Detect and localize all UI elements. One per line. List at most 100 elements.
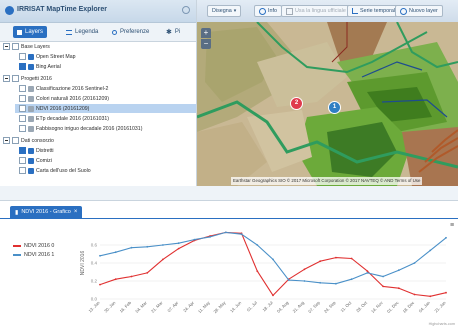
data-point[interactable] — [193, 238, 196, 241]
zoom-in-button[interactable]: + — [201, 28, 211, 38]
group-checkbox[interactable] — [12, 137, 19, 144]
data-point[interactable] — [177, 242, 180, 245]
data-point[interactable] — [445, 236, 447, 239]
layer-checkbox[interactable] — [19, 95, 26, 102]
data-point[interactable] — [350, 257, 353, 260]
data-point[interactable] — [130, 246, 133, 249]
data-point[interactable] — [319, 260, 322, 263]
close-icon[interactable]: × — [74, 209, 78, 215]
x-tick-label: 01. Jul — [246, 300, 258, 312]
data-point[interactable] — [99, 283, 101, 286]
panel-tabs: Layers Legenda Preferenze ✱ Pi — [0, 23, 196, 42]
map-toolbar: Disegna ▾ Info Usa la lingua ufficiale S… — [197, 0, 458, 23]
marker-label: 1 — [332, 104, 337, 110]
tree-group-dati-consorzio[interactable]: Dati consorzio — [3, 136, 54, 145]
language-button[interactable]: Usa la lingua ufficiale — [281, 5, 351, 17]
data-point[interactable] — [114, 251, 117, 254]
data-point[interactable] — [413, 293, 416, 296]
layers-icon — [17, 29, 22, 35]
data-point[interactable] — [429, 295, 432, 298]
layer-checkbox[interactable] — [19, 85, 26, 92]
new-layer-button[interactable]: Nuovo layer — [395, 5, 443, 17]
tree-item-ndvi-2016[interactable]: NDVI 2016 (20161209) — [15, 104, 196, 113]
layer-checkbox[interactable] — [19, 115, 26, 122]
data-point[interactable] — [209, 236, 211, 238]
panel-splitter[interactable] — [0, 186, 458, 200]
map-marker-2[interactable]: 2 — [290, 97, 303, 110]
tree-group-progetti-2016[interactable]: Progetti 2016 — [3, 74, 52, 83]
data-point[interactable] — [303, 280, 306, 282]
data-point[interactable] — [429, 249, 432, 252]
draw-button[interactable]: Disegna ▾ — [207, 5, 242, 17]
data-point[interactable] — [397, 287, 400, 290]
plugin-icon: ✱ — [166, 29, 172, 36]
collapse-toggle-icon[interactable] — [3, 43, 10, 50]
tree-group-base-layers[interactable]: Base Layers — [3, 42, 50, 51]
data-point[interactable] — [382, 275, 384, 278]
data-point[interactable] — [366, 272, 369, 274]
layer-checkbox[interactable] — [19, 105, 26, 112]
layer-checkbox[interactable] — [19, 147, 26, 154]
tree-item-distretti[interactable]: Distretti — [19, 146, 54, 155]
info-button[interactable]: Info — [254, 5, 282, 17]
tab-pi[interactable]: ✱ Pi — [166, 26, 180, 38]
group-checkbox[interactable] — [12, 75, 19, 82]
data-point[interactable] — [413, 262, 416, 264]
layer-label: Bing Aerial — [36, 63, 61, 70]
tree-item-colori-naturali[interactable]: Colori naturali 2016 (20161209) — [19, 94, 109, 103]
data-point[interactable] — [146, 272, 149, 274]
collapse-panel-icon[interactable] — [182, 6, 190, 14]
layer-checkbox[interactable] — [19, 157, 26, 164]
tree-item-uso-suolo[interactable]: Carta dell'uso del Suolo — [19, 166, 91, 175]
layer-checkbox[interactable] — [19, 167, 26, 174]
data-point[interactable] — [99, 254, 101, 257]
data-point[interactable] — [114, 278, 117, 281]
group-label: Dati consorzio — [21, 137, 54, 144]
x-tick-label: 24. Sep — [323, 300, 337, 314]
menu-icon[interactable]: ≡ — [450, 222, 454, 229]
data-point[interactable] — [319, 281, 322, 284]
data-point[interactable] — [256, 244, 259, 246]
data-point[interactable] — [256, 270, 259, 272]
data-point[interactable] — [130, 275, 133, 278]
data-point[interactable] — [335, 256, 337, 259]
data-point[interactable] — [177, 247, 180, 250]
map-view[interactable]: + − 2 1 Earthstar Geographics SIO © 2017… — [197, 22, 458, 186]
tree-item-classificazione[interactable]: Classificazione 2016 Sentinel-2 — [19, 84, 108, 93]
map-marker-1[interactable]: 1 — [328, 101, 341, 114]
series-line-1[interactable] — [99, 231, 447, 285]
data-point[interactable] — [382, 285, 384, 288]
layer-checkbox[interactable] — [19, 53, 26, 60]
data-point[interactable] — [397, 269, 400, 272]
data-point[interactable] — [335, 282, 337, 285]
zoom-out-button[interactable]: − — [201, 39, 211, 49]
data-point[interactable] — [366, 270, 369, 272]
collapse-toggle-icon[interactable] — [3, 75, 10, 82]
group-checkbox[interactable] — [12, 43, 19, 50]
data-point[interactable] — [162, 244, 164, 246]
tree-item-comizi[interactable]: Comizi — [19, 156, 52, 165]
data-point[interactable] — [146, 245, 149, 248]
layer-icon — [28, 85, 34, 92]
data-point[interactable] — [224, 231, 227, 234]
tree-item-open-street-map[interactable]: Open Street Map — [19, 52, 76, 61]
data-point[interactable] — [272, 258, 274, 261]
tab-legenda[interactable]: Legenda — [66, 26, 98, 38]
tree-item-etp-decadale[interactable]: ETp decadale 2016 (20161031) — [19, 114, 109, 123]
chart-tab[interactable]: ▮ NDVI 2016 - Grafico × — [10, 206, 83, 218]
data-point[interactable] — [287, 279, 290, 281]
data-point[interactable] — [303, 268, 306, 271]
data-point[interactable] — [445, 291, 447, 294]
data-point[interactable] — [240, 233, 243, 236]
layer-checkbox[interactable] — [19, 63, 26, 70]
layer-checkbox[interactable] — [19, 125, 26, 132]
tab-layers[interactable]: Layers — [13, 26, 48, 38]
tree-item-fabbisogno-irriguo[interactable]: Fabbisogno irriguo decadale 2016 (201610… — [19, 124, 142, 133]
series-line-0[interactable] — [99, 231, 447, 297]
data-point[interactable] — [272, 294, 274, 297]
collapse-toggle-icon[interactable] — [3, 137, 10, 144]
data-point[interactable] — [162, 258, 164, 261]
tab-preferenze[interactable]: Preferenze — [112, 26, 149, 38]
tree-item-bing-aerial[interactable]: Bing Aerial — [19, 62, 61, 71]
data-point[interactable] — [350, 278, 353, 281]
